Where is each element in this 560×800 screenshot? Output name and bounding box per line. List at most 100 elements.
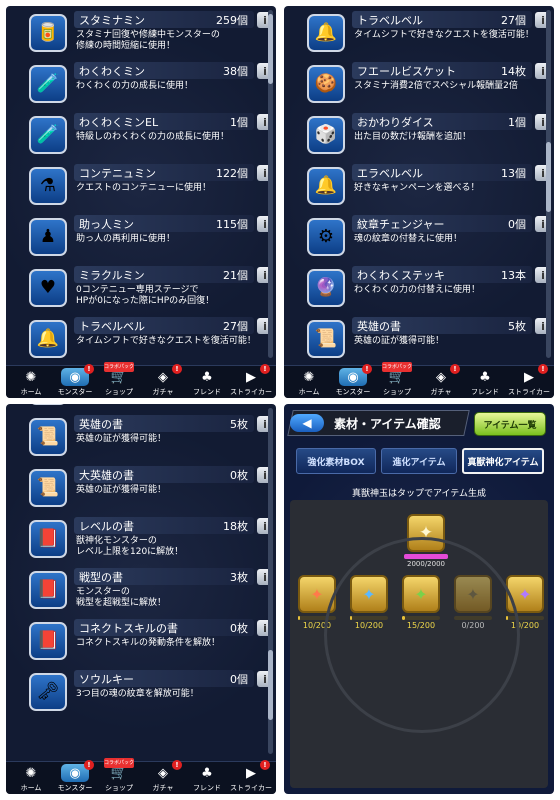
notification-badge: ! bbox=[450, 364, 460, 374]
list-item[interactable]: 📕 レベルの書 18枚 i 獣神化モンスターの レベル上限を120に解放！ bbox=[24, 514, 273, 564]
list-item[interactable]: 🔔 トラベルベル 27個 i タイムシフトで好きなクエストを復活可能！ bbox=[302, 8, 551, 58]
list-item[interactable]: 🔮わくわくの力の付替えに使用！ bbox=[24, 404, 259, 411]
fire-orb-icon[interactable]: ✦ bbox=[298, 575, 336, 613]
nav-cart[interactable]: 🛒コラボパック発売！ショップ bbox=[374, 362, 420, 398]
list-item[interactable]: 🥫 スタミナミン 259個 i スタミナ回復や修練中モンスターの 修練の時間短縮に使用！ bbox=[24, 8, 273, 58]
item-description: 特級しのわくわくの力の成長に使用！ bbox=[76, 132, 230, 142]
tab-true-jushinka-items[interactable]: 真獣神化アイテム bbox=[462, 448, 544, 474]
dice-icon: 🎲 bbox=[307, 116, 345, 154]
nav-monster[interactable]: ◉! モンスター bbox=[52, 760, 98, 794]
item-book-button[interactable]: アイテム一覧 bbox=[474, 412, 546, 436]
nav-glyph: ◉ bbox=[69, 765, 81, 781]
gacha-icon: ◈ bbox=[430, 368, 452, 386]
scrollbar-thumb[interactable] bbox=[268, 650, 273, 720]
orb-count: 10/200 bbox=[302, 621, 332, 630]
nav-friend[interactable]: ♣ フレンド bbox=[184, 366, 230, 398]
item-name: エラベルベル bbox=[357, 167, 423, 180]
list-item[interactable]: 📜 大英雄の書 0枚 i 英雄の証が獲得可能！ bbox=[24, 463, 273, 513]
orb-icon[interactable]: ✦ bbox=[407, 514, 445, 552]
nav-monster[interactable]: ◉! モンスター bbox=[330, 364, 376, 398]
nav-home[interactable]: ✺ ホーム bbox=[8, 366, 54, 398]
nav-cart[interactable]: 🛒コラボパック発売！ショップ bbox=[96, 362, 142, 398]
item-count: 0個 bbox=[508, 218, 526, 231]
collab-pack-tag: コラボパック発売！ bbox=[104, 362, 134, 372]
icon-glyph: 🔔 bbox=[314, 22, 338, 43]
nav-gacha[interactable]: ◈! ガチャ bbox=[140, 364, 186, 398]
list-item[interactable]: ♥ ミラクルミン 21個 i 0コンテニュー専用ステージで HPが0になった際にHPのみ… bbox=[24, 263, 273, 313]
nav-friend[interactable]: ♣ フレンド bbox=[462, 366, 508, 398]
nav-friend[interactable]: ♣ フレンド bbox=[184, 762, 230, 794]
nav-label: ホーム bbox=[20, 388, 42, 396]
list-item[interactable]: 📜 英雄の書 5枚 i 英雄の証が獲得可能！ bbox=[302, 314, 551, 364]
item-description: 英雄の証が獲得可能！ bbox=[76, 485, 167, 495]
scrollbar[interactable] bbox=[268, 10, 273, 358]
back-button[interactable]: ◀ bbox=[290, 414, 324, 432]
list-item[interactable]: 🔔 トラベルベル 27個 i タイムシフトで好きなクエストを復活可能！ bbox=[24, 314, 273, 364]
nav-glyph: ▶ bbox=[246, 369, 256, 385]
nav-label: ストライカー bbox=[230, 388, 272, 396]
scrollbar-thumb[interactable] bbox=[268, 14, 273, 84]
nav-cart[interactable]: 🛒コラボパック発売！ショップ bbox=[96, 758, 142, 794]
striker-icon: ▶ bbox=[240, 764, 262, 782]
list-item[interactable]: 🧪 わくわくミンEL 1個 i 特級しのわくわくの力の成長に使用！ bbox=[24, 110, 273, 160]
bottle-icon: 🧪 bbox=[29, 116, 67, 154]
nav-glyph: ✺ bbox=[303, 369, 315, 385]
item-name: 紋章チェンジャー bbox=[357, 218, 445, 231]
bottle-icon: 🧪 bbox=[29, 65, 67, 103]
nav-glyph: ◈ bbox=[436, 369, 446, 385]
icon-glyph: 🥫 bbox=[36, 22, 60, 43]
icon-glyph: 🔔 bbox=[314, 175, 338, 196]
scrollbar[interactable] bbox=[546, 10, 551, 358]
red-book-icon: 📕 bbox=[29, 622, 67, 660]
nav-monster[interactable]: ◉! モンスター bbox=[52, 364, 98, 398]
item-name-bar: コネクトスキルの書 0枚 bbox=[74, 619, 254, 636]
item-description: コネクトスキルの発動条件を解放！ bbox=[76, 638, 221, 648]
nav-striker[interactable]: ▶! ストライカー bbox=[228, 760, 274, 794]
item-name-bar: おかわりダイス 1個 bbox=[352, 113, 532, 130]
item-description: モンスターの 戦型を超戦型に解放！ bbox=[76, 587, 167, 608]
item-name: おかわりダイス bbox=[357, 116, 434, 129]
item-count: 1個 bbox=[230, 116, 248, 129]
list-item[interactable]: 🔔 エラベルベル 13個 i 好きなキャンペーンを選べる！ bbox=[302, 161, 551, 211]
list-item[interactable]: 🔮 わくわくステッキ 13本 i わくわくの力の付替えに使用！ bbox=[302, 263, 551, 313]
orb-progress bbox=[298, 616, 336, 620]
item-count: 14枚 bbox=[501, 65, 526, 78]
list-item[interactable]: ⚗ コンテニュミン 122個 i クエストのコンテニューに使用！ bbox=[24, 161, 273, 211]
item-name-bar: わくわくステッキ 13本 bbox=[352, 266, 532, 283]
water-orb-icon[interactable]: ✦ bbox=[350, 575, 388, 613]
collab-pack-tag: コラボパック発売！ bbox=[104, 758, 134, 768]
nav-gacha[interactable]: ◈! ガチャ bbox=[140, 760, 186, 794]
nav-striker[interactable]: ▶! ストライカー bbox=[506, 364, 552, 398]
orb-area: ✦ 2000/2000 ✦ 10/200 ✦ 10/200 ✦ 15/200 ✦ 0/200 ✦… bbox=[290, 500, 548, 788]
home-icon: ✺ bbox=[20, 764, 42, 782]
item-count: 3枚 bbox=[230, 571, 248, 584]
nav-gacha[interactable]: ◈! ガチャ bbox=[418, 364, 464, 398]
item-count: 38個 bbox=[223, 65, 248, 78]
list-item[interactable]: 🧪 わくわくミン 38個 i わくわくの力の成長に使用！ bbox=[24, 59, 273, 109]
icon-glyph: 🍪 bbox=[314, 73, 338, 94]
item-count: 13個 bbox=[501, 167, 526, 180]
list-item[interactable]: 🗝 ソウルキー 0個 i 3つ目の魂の紋章を解放可能！ bbox=[24, 667, 273, 717]
item-name: スタミナミン bbox=[79, 14, 145, 27]
list-item[interactable]: ⚙ 紋章チェンジャー 0個 i 魂の紋章の付替えに使用！ bbox=[302, 212, 551, 262]
list-item[interactable]: 📕 戦型の書 3枚 i モンスターの 戦型を超戦型に解放！ bbox=[24, 565, 273, 615]
tab-enhance-box[interactable]: 強化素材BOX bbox=[296, 448, 376, 474]
nav-label: ガチャ bbox=[152, 784, 174, 792]
scrollbar-thumb[interactable] bbox=[546, 142, 551, 212]
list-item[interactable]: ♟ 助っ人ミン 115個 i 助っ人の再利用に使用！ bbox=[24, 212, 273, 262]
item-name-bar: レベルの書 18枚 bbox=[74, 517, 254, 534]
orb-count: 0/200 bbox=[461, 621, 485, 630]
nav-striker[interactable]: ▶! ストライカー bbox=[228, 364, 274, 398]
nav-home[interactable]: ✺ ホーム bbox=[8, 762, 54, 794]
wood-orb-icon[interactable]: ✦ bbox=[402, 575, 440, 613]
list-item[interactable]: 🍪 フエールビスケット 14枚 i スタミナ消費2倍でスペシャル報酬量2倍 bbox=[302, 59, 551, 109]
list-item[interactable]: 📕 コネクトスキルの書 0枚 i コネクトスキルの発動条件を解放！ bbox=[24, 616, 273, 666]
nav-home[interactable]: ✺ ホーム bbox=[286, 366, 332, 398]
tab-evolution-items[interactable]: 進化アイテム bbox=[381, 448, 457, 474]
scrollbar[interactable] bbox=[268, 408, 273, 754]
light-orb-icon[interactable]: ✦ bbox=[454, 575, 492, 613]
dark-orb-icon[interactable]: ✦ bbox=[506, 575, 544, 613]
list-item[interactable]: 🎲 おかわりダイス 1個 i 出た目の数だけ報酬を追加！ bbox=[302, 110, 551, 160]
orb-progress-fill bbox=[298, 616, 300, 620]
list-item[interactable]: 📜 英雄の書 5枚 i 英雄の証が獲得可能！ bbox=[24, 412, 273, 462]
